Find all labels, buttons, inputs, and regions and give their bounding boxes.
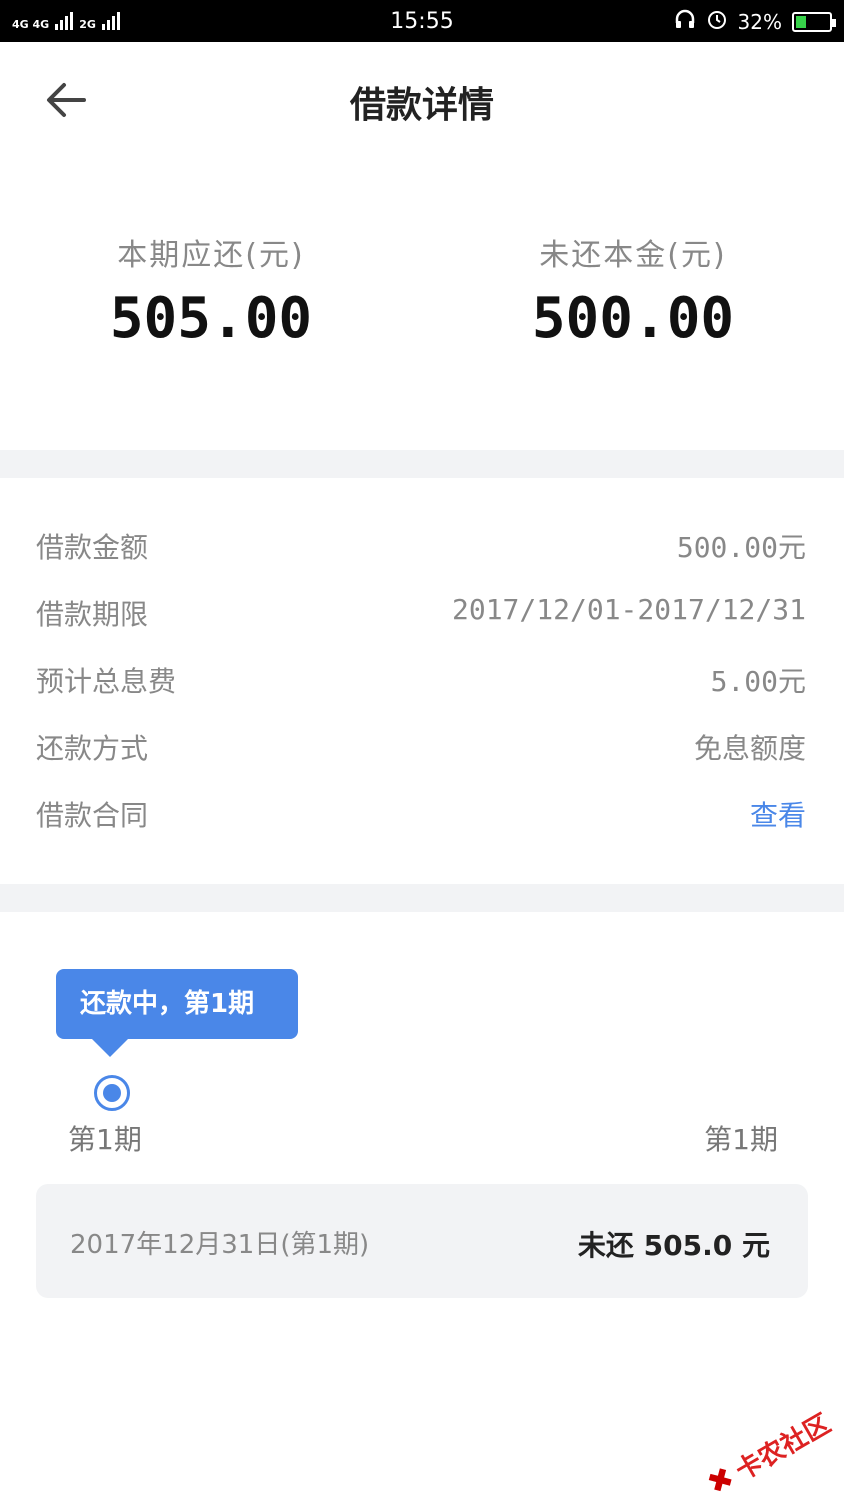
current-due-value: 505.00 bbox=[109, 286, 313, 351]
detail-value: 5.00元 bbox=[710, 665, 806, 698]
app-header: 借款详情 bbox=[0, 42, 844, 154]
tooltip-arrow bbox=[92, 1039, 128, 1057]
installment-date: 2017年12月31日(第1期) bbox=[70, 1230, 370, 1260]
battery-percent: 32% bbox=[737, 9, 782, 34]
installment-card[interactable]: 2017年12月31日(第1期) 未还 505.0 元 bbox=[36, 1184, 808, 1298]
detail-row-amount: 借款金额 500.00元 bbox=[0, 510, 844, 577]
detail-label: 借款金额 bbox=[36, 531, 149, 564]
status-icons: 32% ⚡ bbox=[674, 8, 836, 35]
detail-value: 免息额度 bbox=[693, 732, 806, 765]
unpaid-principal-label: 未还本金(元) bbox=[539, 238, 727, 273]
watermark-text: 卡农社区 bbox=[730, 1408, 836, 1487]
section-divider bbox=[0, 450, 844, 478]
battery-tip bbox=[832, 18, 836, 27]
battery-icon: ⚡ bbox=[792, 11, 836, 32]
loan-details: 借款金额 500.00元 借款期限 2017/12/01-2017/12/31 … bbox=[0, 510, 844, 845]
detail-value: 500.00元 bbox=[676, 531, 806, 564]
repayment-summary: 本期应还(元) 505.00 未还本金(元) 500.00 bbox=[0, 230, 844, 390]
installment-status: 未还 505.0 元 bbox=[577, 1229, 770, 1262]
unpaid-principal-value: 500.00 bbox=[531, 286, 735, 351]
period-start-label: 第1期 bbox=[68, 1123, 142, 1156]
detail-label: 还款方式 bbox=[36, 732, 149, 765]
detail-value: 2017/12/01-2017/12/31 bbox=[451, 593, 806, 626]
detail-label: 借款期限 bbox=[36, 598, 149, 631]
headphones-icon bbox=[674, 8, 696, 35]
detail-row-contract: 借款合同 查看 bbox=[0, 778, 844, 845]
page-title: 借款详情 bbox=[349, 85, 494, 126]
unpaid-principal-block: 未还本金(元) 500.00 bbox=[422, 230, 844, 351]
view-contract-link[interactable]: 查看 bbox=[750, 794, 806, 834]
detail-label: 预计总息费 bbox=[36, 665, 177, 698]
current-due-label: 本期应还(元) bbox=[117, 238, 305, 273]
detail-row-method: 还款方式 免息额度 bbox=[0, 711, 844, 778]
alarm-icon bbox=[706, 8, 728, 35]
period-end-label: 第1期 bbox=[704, 1123, 778, 1156]
radio-dot-icon bbox=[103, 1084, 121, 1102]
detail-row-fees: 预计总息费 5.00元 bbox=[0, 644, 844, 711]
charging-bolt-icon: ⚡ bbox=[806, 11, 818, 31]
repayment-status-tooltip: 还款中，第1期 bbox=[56, 969, 298, 1039]
current-due-block: 本期应还(元) 505.00 bbox=[0, 230, 422, 351]
period-radio-selected[interactable] bbox=[94, 1075, 130, 1111]
detail-row-term: 借款期限 2017/12/01-2017/12/31 bbox=[0, 577, 844, 644]
section-divider-2 bbox=[0, 884, 844, 912]
status-bar: 4G 4G 2G 15:55 32% ⚡ bbox=[0, 0, 844, 42]
community-watermark: ✖ 卡农社区 bbox=[701, 1404, 837, 1503]
detail-label: 借款合同 bbox=[36, 799, 149, 832]
